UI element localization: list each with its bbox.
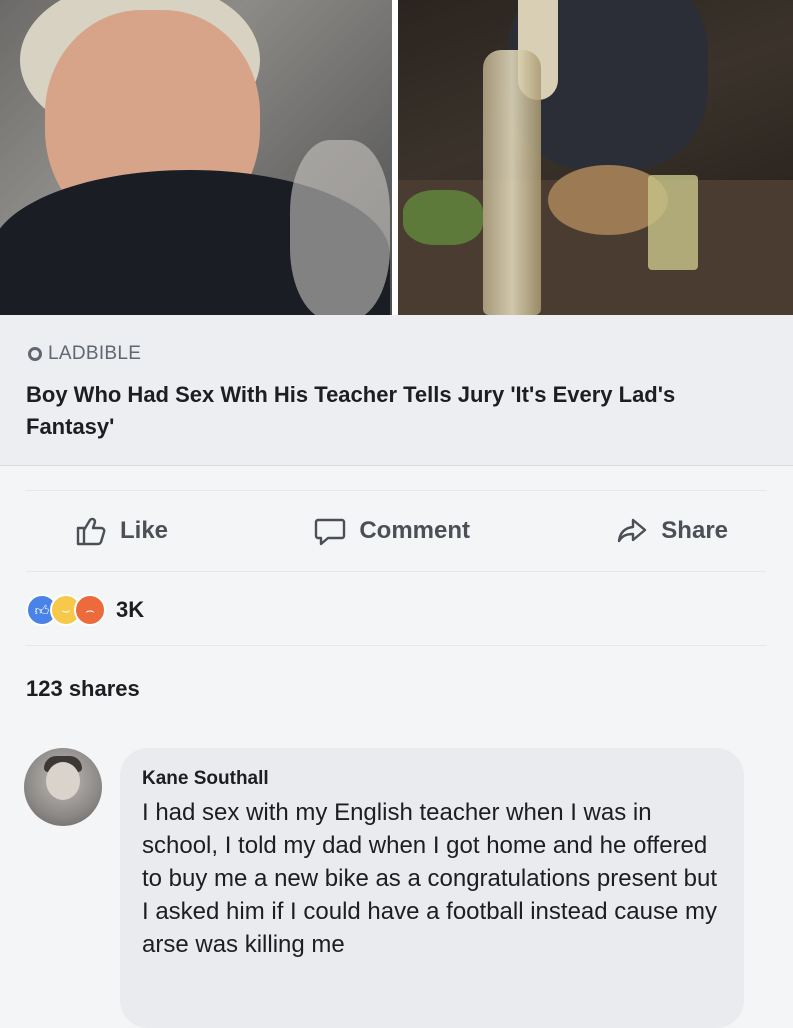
photo-scarf-highlight — [290, 140, 390, 315]
like-button[interactable]: Like — [74, 514, 168, 548]
comment-text: I had sex with my English teacher when I… — [142, 799, 718, 958]
reaction-count: 3K — [116, 597, 145, 622]
link-preview-card[interactable]: LADBIBLE Boy Who Had Sex With His Teache… — [0, 315, 793, 466]
speech-bubble-icon — [315, 518, 346, 546]
photo-bottle-shape — [483, 50, 541, 315]
action-bar: Like Comment Share — [26, 490, 766, 572]
article-headline[interactable]: Boy Who Had Sex With His Teacher Tells J… — [26, 379, 756, 443]
share-arrow-icon — [618, 518, 647, 543]
angry-reaction-icon: ⌢ — [74, 594, 106, 626]
comment-author[interactable]: Kane Southall — [142, 768, 269, 790]
photo-restaurant-table[interactable] — [398, 0, 793, 315]
share-label: Share — [661, 517, 728, 544]
shares-count[interactable]: 123 shares — [26, 676, 140, 702]
comment-bubble: Kane Southall I had sex with my English … — [120, 748, 744, 1028]
source-row: LADBIBLE — [28, 343, 141, 365]
like-label: Like — [120, 517, 169, 544]
share-button[interactable]: Share — [615, 514, 728, 548]
avatar[interactable] — [24, 748, 102, 826]
source-name: LADBIBLE — [48, 343, 142, 364]
thumbs-up-icon — [76, 517, 106, 546]
avatar-face-shape — [46, 762, 80, 800]
photo-glass-shape — [648, 175, 698, 270]
photo-woman-portrait[interactable] — [0, 0, 392, 315]
source-circle-icon — [28, 347, 42, 361]
comment-label: Comment — [359, 517, 470, 544]
photo-salad-shape — [403, 190, 483, 245]
reactions-summary[interactable]: 👍︎ ⌣ ⌢ 3K — [26, 594, 144, 626]
comment-button[interactable]: Comment — [313, 514, 470, 548]
link-preview-images[interactable] — [0, 0, 793, 315]
divider — [26, 645, 766, 646]
